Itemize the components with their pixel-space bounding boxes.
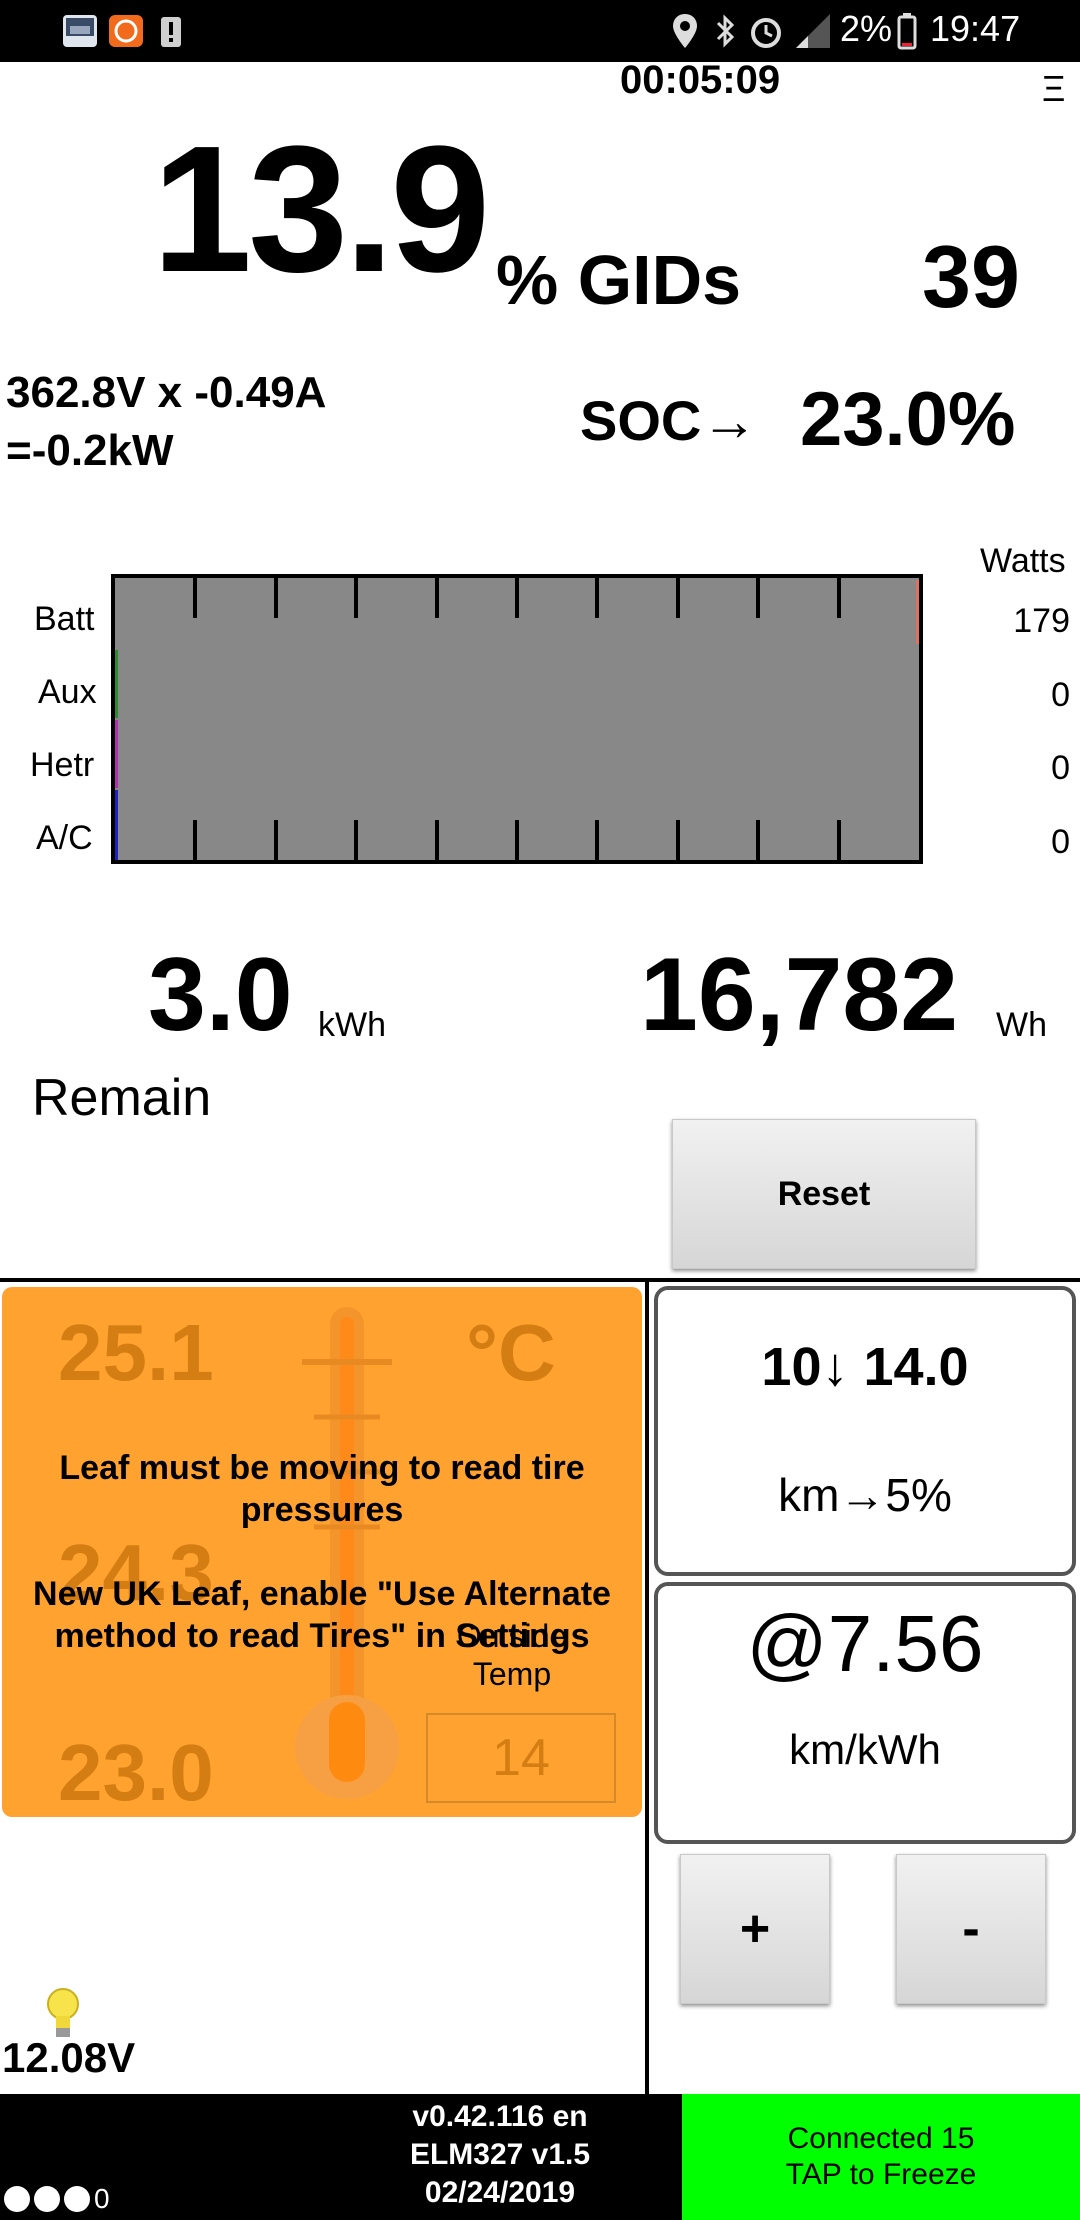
divider-horizontal — [0, 1278, 1080, 1282]
watts-batt: 179 — [1013, 602, 1070, 640]
status-bar: 2% 19:47 — [0, 0, 1080, 62]
soc-value: 23.0% — [800, 377, 1016, 462]
range-card[interactable]: 10↓ 14.0 km→5% — [654, 1286, 1076, 1576]
aux-battery-voltage: 12.08V — [2, 2034, 136, 2081]
gauge-tick-top — [274, 578, 278, 618]
minus-button[interactable]: - — [896, 1854, 1046, 2004]
battery-percent: 2% — [840, 8, 893, 49]
power-gauge — [111, 574, 923, 864]
gauge-tick-top — [676, 578, 680, 618]
adapter-version: ELM327 v1.5 — [409, 2138, 591, 2171]
gauge-tick-top — [837, 578, 841, 618]
signal-icon — [796, 14, 830, 48]
dot-3 — [64, 2186, 90, 2212]
elapsed-timer: 00:05:09 — [620, 58, 781, 102]
gallery-icon — [63, 15, 97, 47]
gauge-tick-bottom — [354, 820, 358, 860]
used-wh: 16,782 — [640, 937, 959, 1053]
aux-bar — [115, 650, 118, 718]
thermometer-icon — [295, 1307, 399, 1799]
gauge-tick-bottom — [756, 820, 760, 860]
reset-button[interactable]: Reset — [672, 1119, 976, 1269]
gids-count: 39 — [922, 227, 1020, 326]
volt-amp-text: 362.8V x -0.49A — [6, 368, 327, 417]
row-label-ac: A/C — [36, 819, 93, 857]
hetr-bar — [115, 720, 118, 788]
gauge-tick-top — [193, 578, 197, 618]
range-unit: km→5% — [778, 1469, 952, 1521]
watts-unit: Watts — [980, 542, 1066, 580]
location-icon — [673, 14, 697, 48]
efficiency-card[interactable]: @7.56 km/kWh — [654, 1582, 1076, 1844]
build-date: 02/24/2019 — [424, 2176, 576, 2209]
connection-status-button[interactable]: Connected 15 TAP to Freeze — [682, 2094, 1080, 2220]
power-readout: 362.8V x -0.49A =-0.2kW — [6, 364, 326, 480]
remain-unit: kWh — [318, 1006, 386, 1044]
alarm-icon — [751, 18, 781, 48]
gauge-tick-bottom — [595, 820, 599, 860]
ac-bar — [115, 790, 118, 860]
used-unit: Wh — [996, 1006, 1047, 1044]
menu-icon[interactable]: Ξ — [1042, 68, 1065, 110]
gauge-tick-bottom — [274, 820, 278, 860]
gauge-tick-bottom — [435, 820, 439, 860]
gauge-tick-bottom — [676, 820, 680, 860]
dots-count: 0 — [94, 2183, 110, 2214]
app-version: v0.42.116 en — [412, 2100, 588, 2133]
outside-temp-value: 14 — [426, 1713, 616, 1803]
divider-vertical — [645, 1282, 649, 2094]
gauge-tick-top — [435, 578, 439, 618]
gauge-tick-top — [756, 578, 760, 618]
alert-icon — [161, 17, 181, 47]
batt-bar — [916, 580, 919, 644]
gids-percent: 13.9 — [152, 109, 490, 310]
dot-2 — [34, 2186, 60, 2212]
temp-bottom: 23.0 — [58, 1728, 214, 1817]
plus-button[interactable]: + — [680, 1854, 830, 2004]
remain-label: Remain — [32, 1069, 212, 1127]
battery-icon — [897, 13, 917, 50]
temp-unit: °C — [466, 1308, 556, 1397]
gauge-tick-bottom — [515, 820, 519, 860]
efficiency-value: @7.56 — [746, 1599, 984, 1688]
clock: 19:47 — [930, 8, 1021, 49]
row-label-batt: Batt — [34, 600, 95, 638]
temperature-panel[interactable]: 25.1 °C 24.3 23.0 Outside Temp 14 Leaf m… — [2, 1287, 642, 1817]
kw-text: =-0.2kW — [6, 426, 174, 475]
bluetooth-icon — [716, 14, 735, 48]
version-info: v0.42.116 en ELM327 v1.5 02/24/2019 — [380, 2098, 620, 2212]
gauge-tick-top — [595, 578, 599, 618]
range-value: 10↓ 14.0 — [761, 1337, 969, 1397]
watts-ac: 0 — [1051, 823, 1070, 861]
connection-dots: 0 — [4, 2183, 110, 2214]
gauge-tick-top — [515, 578, 519, 618]
uk-leaf-message: New UK Leaf, enable "Use Alternate metho… — [33, 1575, 611, 1655]
efficiency-unit: km/kWh — [789, 1726, 941, 1773]
mi-app-icon — [109, 15, 143, 47]
row-label-aux: Aux — [38, 673, 97, 711]
dot-1 — [4, 2186, 30, 2212]
gids-label: % GIDs — [496, 241, 742, 319]
row-label-hetr: Hetr — [30, 746, 95, 784]
lightbulb-icon — [47, 1988, 79, 2037]
temp-top: 25.1 — [58, 1308, 214, 1397]
outside-label-line2: Temp — [472, 1656, 552, 1692]
remain-kwh: 3.0 — [148, 937, 293, 1053]
connected-text: Connected 15 — [787, 2122, 975, 2155]
tire-pressure-message: Leaf must be moving to read tire pressur… — [59, 1449, 585, 1529]
watts-aux: 0 — [1051, 676, 1070, 714]
watts-hetr: 0 — [1051, 749, 1070, 787]
gauge-tick-bottom — [193, 820, 197, 860]
tap-to-freeze-text: TAP to Freeze — [785, 2158, 977, 2191]
gauge-tick-top — [354, 578, 358, 618]
soc-label: SOC→ — [580, 389, 758, 452]
gauge-tick-bottom — [837, 820, 841, 860]
